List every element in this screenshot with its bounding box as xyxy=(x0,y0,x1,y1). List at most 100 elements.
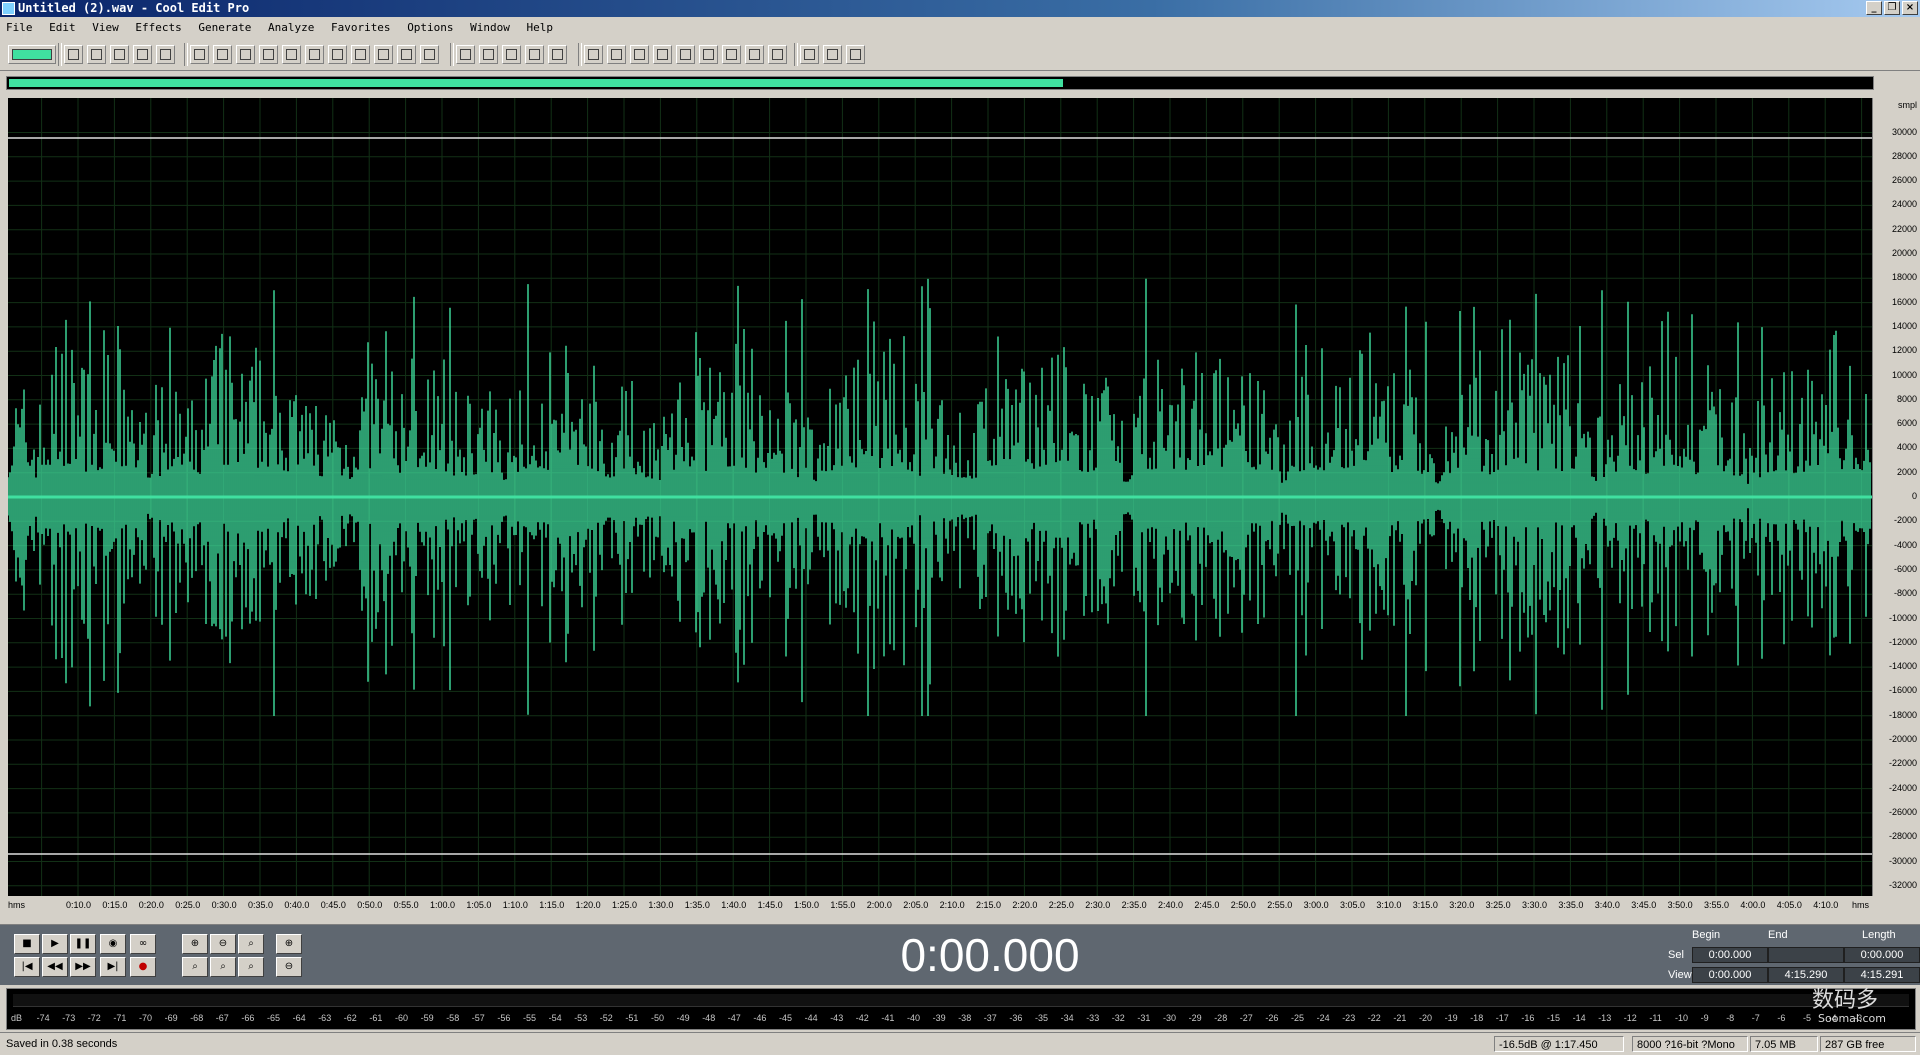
zoom-to-left-button[interactable]: ⌕ xyxy=(182,957,208,977)
meter-tick-label: -47 xyxy=(727,1013,741,1023)
view-begin-field[interactable]: 0:00.000 xyxy=(1692,967,1768,983)
mix-paste-icon xyxy=(378,49,389,60)
time-tick-label: 3:55.0 xyxy=(1704,900,1730,910)
overview-visible-range[interactable] xyxy=(9,79,1063,87)
scrub-icon xyxy=(657,49,668,60)
spectral-button[interactable] xyxy=(722,45,741,64)
amplitude-tick-label: 28000 xyxy=(1891,150,1917,161)
time-unit-right: hms xyxy=(1852,900,1870,910)
reverse-button[interactable] xyxy=(502,45,521,64)
open-file-button[interactable] xyxy=(87,45,106,64)
loop-button[interactable]: ∞ xyxy=(130,934,156,954)
menu-view[interactable]: View xyxy=(88,21,123,34)
trim-button[interactable] xyxy=(420,45,439,64)
pause-button[interactable]: ❚❚ xyxy=(70,934,96,954)
go-to-start-button[interactable]: |◀ xyxy=(14,957,40,977)
sel-end-field[interactable] xyxy=(1768,947,1844,963)
scrub-button[interactable] xyxy=(653,45,672,64)
close-button[interactable]: × xyxy=(1902,1,1918,15)
play-list-button[interactable] xyxy=(607,45,626,64)
hard-limit-button[interactable] xyxy=(456,45,475,64)
menu-effects[interactable]: Effects xyxy=(131,21,185,34)
play-button[interactable]: ▶ xyxy=(42,934,68,954)
save-as-button[interactable] xyxy=(133,45,152,64)
select-all-button[interactable] xyxy=(259,45,278,64)
waveform-toggle-button[interactable] xyxy=(8,45,56,64)
waveform-display[interactable] xyxy=(8,98,1872,896)
undo-button[interactable] xyxy=(190,45,209,64)
restore-button[interactable]: ❐ xyxy=(1884,1,1900,15)
meter-tick-label: -59 xyxy=(420,1013,434,1023)
zoom-in-vertical-button[interactable]: ⊕ xyxy=(276,934,302,954)
amplitude-tick-label: 30000 xyxy=(1891,126,1917,137)
silence-button[interactable] xyxy=(525,45,544,64)
meter-tick-label: -60 xyxy=(395,1013,409,1023)
zoom-to-right-button[interactable]: ⌕ xyxy=(210,957,236,977)
fast-forward-button[interactable]: ▶▶ xyxy=(70,957,96,977)
menu-file[interactable]: File xyxy=(2,21,37,34)
time-tick-label: 2:50.0 xyxy=(1230,900,1256,910)
mix-paste-button[interactable] xyxy=(374,45,393,64)
go-to-end-button[interactable]: ▶| xyxy=(100,957,126,977)
paste-new-button[interactable] xyxy=(351,45,370,64)
cut-tool-button[interactable] xyxy=(236,45,255,64)
time-tick-label: 3:10.0 xyxy=(1376,900,1402,910)
zoom-selection-button[interactable]: ⌕ xyxy=(238,957,264,977)
play-to-end-button[interactable]: ◉ xyxy=(100,934,126,954)
cut-button[interactable] xyxy=(282,45,301,64)
frequency-button[interactable] xyxy=(699,45,718,64)
amplitude-tick-label: -26000 xyxy=(1888,806,1917,817)
zoom-window-button[interactable] xyxy=(676,45,695,64)
menu-window[interactable]: Window xyxy=(466,21,514,34)
time-tick-label: 3:25.0 xyxy=(1485,900,1511,910)
zoom-out-horizontal-button[interactable]: ⊖ xyxy=(210,934,236,954)
silence-icon xyxy=(529,49,540,60)
rewind-button[interactable]: ◀◀ xyxy=(42,957,68,977)
record-button[interactable]: ● xyxy=(130,957,156,977)
copy-button[interactable] xyxy=(305,45,324,64)
minimize-button[interactable]: _ xyxy=(1866,1,1882,15)
toolbar-separator xyxy=(58,43,62,66)
amplitude-tick-label: -2000 xyxy=(1893,515,1917,526)
zoom-full-button[interactable]: ⌕ xyxy=(238,934,264,954)
view-end-field[interactable]: 4:15.290 xyxy=(1768,967,1844,983)
menu-favorites[interactable]: Favorites xyxy=(327,21,395,34)
help-button[interactable] xyxy=(846,45,865,64)
view-length-field[interactable]: 4:15.291 xyxy=(1844,967,1920,983)
menu-edit[interactable]: Edit xyxy=(45,21,80,34)
menu-options[interactable]: Options xyxy=(403,21,457,34)
normalize-icon xyxy=(552,49,563,60)
amplitude-tick-label: 10000 xyxy=(1891,369,1917,380)
cue-list-button[interactable] xyxy=(584,45,603,64)
sel-length-field[interactable]: 0:00.000 xyxy=(1844,947,1920,963)
meter-tick-label: -7 xyxy=(1751,1013,1760,1023)
copy-new-button[interactable] xyxy=(397,45,416,64)
analysis-button[interactable] xyxy=(745,45,764,64)
save-file-button[interactable] xyxy=(110,45,129,64)
end-header: End xyxy=(1768,929,1788,941)
settings-button[interactable] xyxy=(800,45,819,64)
time-window-button[interactable] xyxy=(630,45,649,64)
close-file-button[interactable] xyxy=(156,45,175,64)
redo-button[interactable] xyxy=(213,45,232,64)
meter-tick-label: -30 xyxy=(1163,1013,1177,1023)
overview-bar[interactable] xyxy=(6,76,1874,90)
sel-begin-field[interactable]: 0:00.000 xyxy=(1692,947,1768,963)
amplitude-tick-label: -16000 xyxy=(1888,685,1917,696)
new-file-button[interactable] xyxy=(64,45,83,64)
zoom-in-horizontal-button[interactable]: ⊕ xyxy=(182,934,208,954)
save-as-icon xyxy=(137,49,148,60)
stop-button[interactable]: ■ xyxy=(14,934,40,954)
help-context-button[interactable] xyxy=(823,45,842,64)
menu-help[interactable]: Help xyxy=(523,21,558,34)
menu-generate[interactable]: Generate xyxy=(194,21,255,34)
paste-button[interactable] xyxy=(328,45,347,64)
zoom-out-vertical-button[interactable]: ⊖ xyxy=(276,957,302,977)
menu-analyze[interactable]: Analyze xyxy=(264,21,318,34)
amplitude-tick-label: 4000 xyxy=(1896,442,1917,453)
marker-button[interactable] xyxy=(768,45,787,64)
app-icon[interactable] xyxy=(2,2,15,15)
envelope-button[interactable] xyxy=(479,45,498,64)
help-icon xyxy=(850,49,861,60)
normalize-button[interactable] xyxy=(548,45,567,64)
